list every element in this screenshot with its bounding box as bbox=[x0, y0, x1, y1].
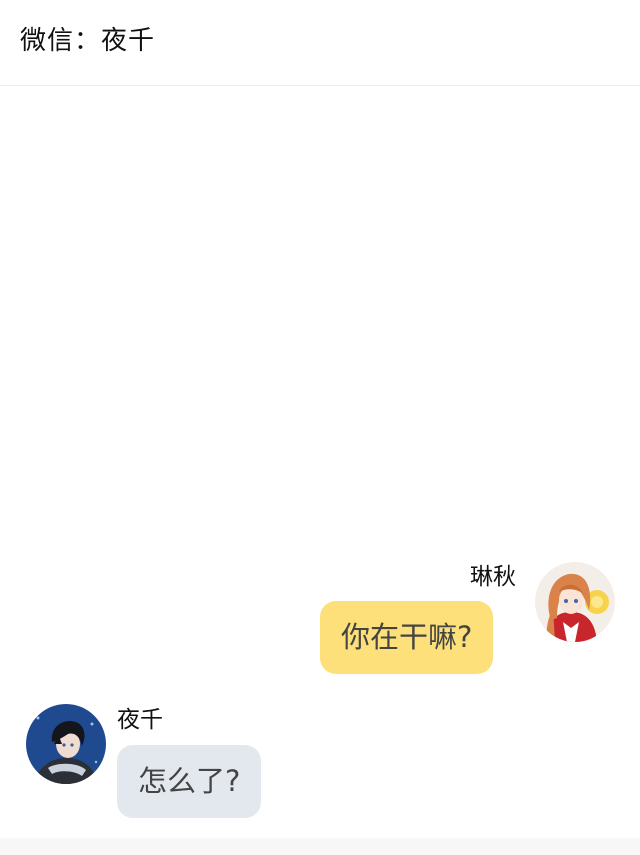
chat-title: 微信：夜千 bbox=[20, 26, 156, 56]
message-bubble-received[interactable]: 怎么了? bbox=[117, 745, 262, 818]
girl-avatar-icon[interactable] bbox=[535, 562, 615, 642]
chat-header: 微信：夜千 bbox=[0, 0, 640, 86]
sender-name-yeqian: 夜千 bbox=[117, 707, 163, 733]
input-bar-edge bbox=[0, 838, 640, 855]
sender-name-linqiu: 琳秋 bbox=[470, 564, 516, 590]
boy-avatar-icon[interactable] bbox=[26, 704, 106, 784]
message-bubble-sent[interactable]: 你在干嘛? bbox=[320, 601, 494, 674]
